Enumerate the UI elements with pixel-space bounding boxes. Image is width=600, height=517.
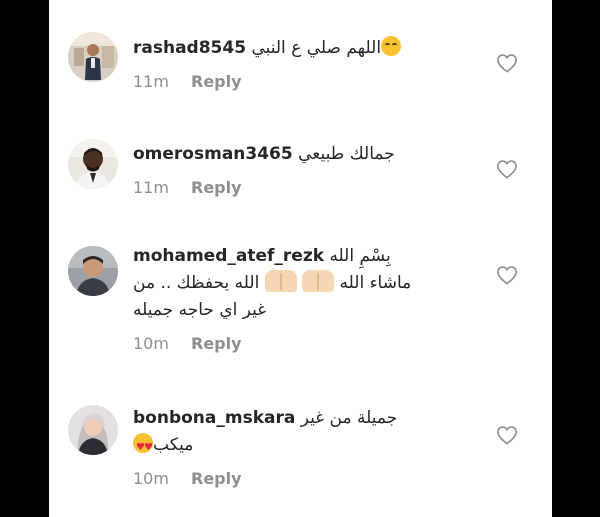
comment-text: ميكب <box>153 435 194 455</box>
avatar[interactable] <box>68 139 118 189</box>
like-button[interactable] <box>496 159 518 179</box>
comment-timestamp: 10m <box>133 334 169 353</box>
avatar[interactable] <box>68 32 118 82</box>
comment-text: جمالك طبيعي <box>298 144 395 164</box>
comment-text: الله يحفظك .. من <box>133 273 260 293</box>
comment-username[interactable]: omerosman3465 <box>133 144 293 164</box>
reply-button[interactable]: Reply <box>191 469 242 488</box>
reply-button[interactable]: Reply <box>191 334 242 353</box>
comment-text: ماشاء الله <box>339 273 412 293</box>
avatar[interactable] <box>68 405 118 455</box>
raising-hands-icon <box>302 270 335 292</box>
reply-button[interactable]: Reply <box>191 178 242 197</box>
comment-text: اللهم صلي ع النبي <box>251 38 382 58</box>
heart-outline-icon <box>497 426 517 445</box>
comment-timestamp: 11m <box>133 178 169 197</box>
comment-username[interactable]: rashad8545 <box>133 38 246 58</box>
comment-text: جميلة من غير <box>300 408 398 428</box>
like-button[interactable] <box>496 265 518 285</box>
heart-outline-icon <box>497 54 517 73</box>
heart-outline-icon <box>497 266 517 285</box>
comment-text: بِسْمِ الله <box>329 246 391 266</box>
kissing-face-icon <box>381 36 402 56</box>
like-button[interactable] <box>496 53 518 73</box>
comment-text: غير اي حاجه جميله <box>133 300 267 320</box>
comment-timestamp: 11m <box>133 72 169 91</box>
avatar[interactable] <box>68 246 118 296</box>
comments-panel: rashad8545 اللهم صلي ع النبي 11m Reply o… <box>49 0 552 517</box>
reply-button[interactable]: Reply <box>191 72 242 91</box>
comment-username[interactable]: mohamed_atef_rezk <box>133 246 324 266</box>
comment-username[interactable]: bonbona_mskara <box>133 408 295 428</box>
heart-outline-icon <box>497 160 517 179</box>
raising-hands-icon <box>264 270 297 292</box>
like-button[interactable] <box>496 425 518 445</box>
heart-eyes-face-icon <box>133 433 153 461</box>
comment-timestamp: 10m <box>133 469 169 488</box>
